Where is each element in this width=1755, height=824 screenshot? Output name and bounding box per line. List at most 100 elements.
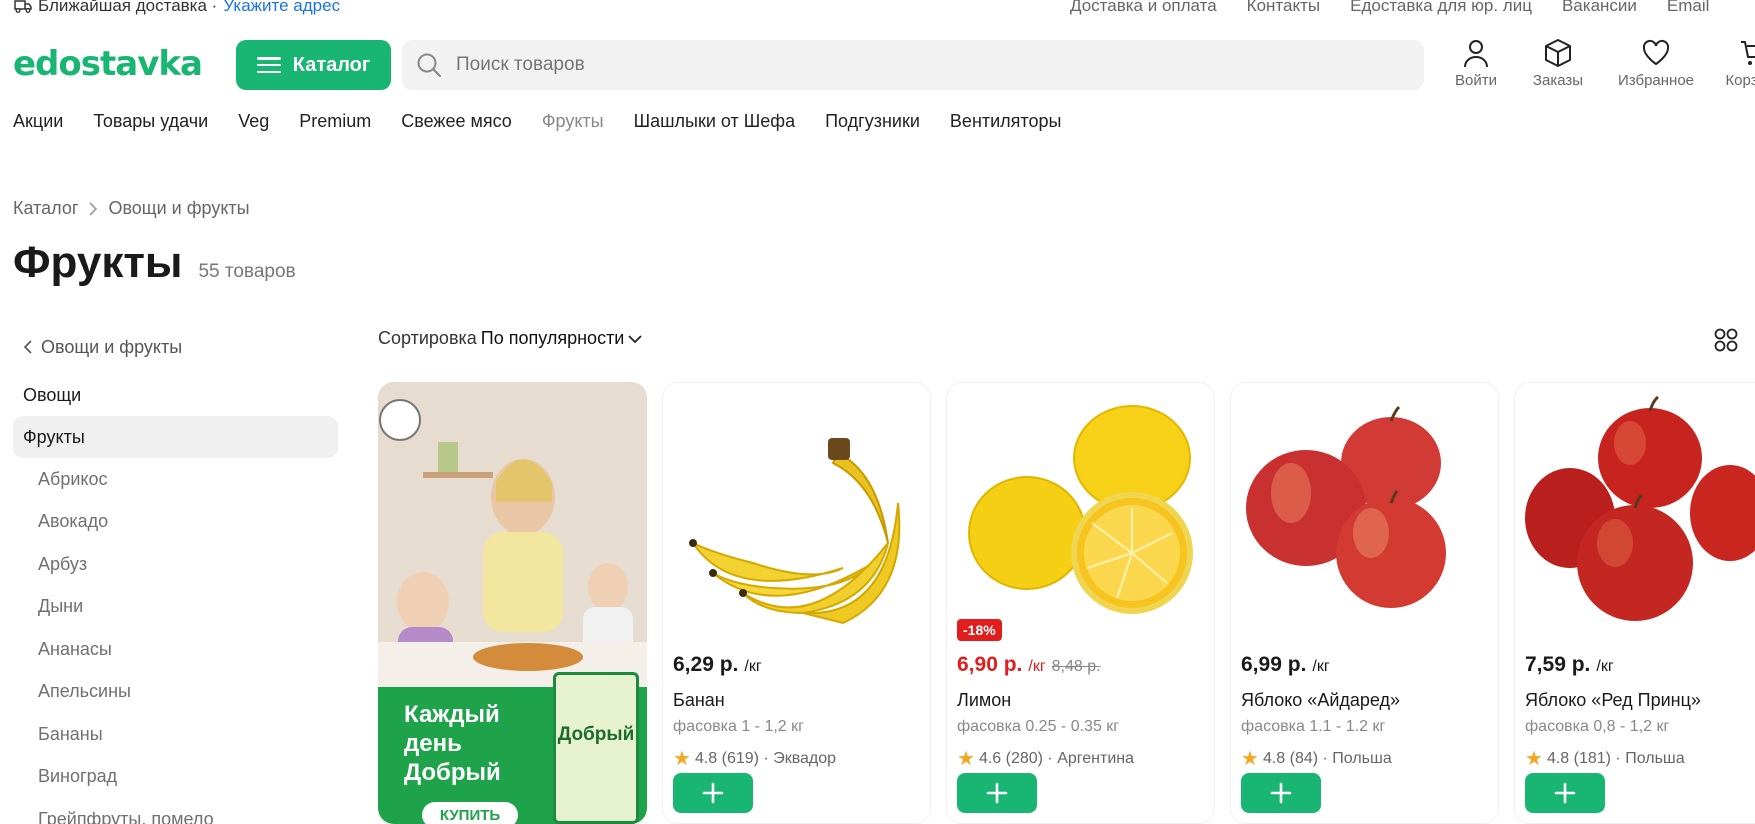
product-card[interactable]: -18% 6,90 р. /кг 8,48 р. Лимон фасовка 0… [946,382,1215,824]
promo-link[interactable]: Шашлыки от Шефа [634,111,796,132]
box-icon [1545,39,1571,67]
sidebar-back-label: Овощи и фрукты [41,336,183,357]
plus-icon [702,782,724,804]
banner-buy-button[interactable]: КУПИТЬ [422,802,518,824]
top-strip: Ближайшая доставка · Укажите адрес Доста… [0,0,1755,20]
discount-badge: -18% [957,619,1002,641]
price-value: 6,29 р. [673,653,739,676]
price-value: 6,99 р. [1241,653,1307,676]
address-link[interactable]: Укажите адрес [223,0,340,16]
link-business[interactable]: Едоставка для юр. лиц [1350,0,1532,16]
product-card[interactable]: 7,59 р. /кг Яблоко «Ред Принц» фасовка 0… [1514,382,1755,824]
rating-text: 4.8 (181) · Польша [1546,749,1685,767]
sidebar-subitem[interactable]: Бананы [13,713,338,756]
link-contacts[interactable]: Контакты [1247,0,1320,16]
login-button[interactable]: Войти [1450,38,1502,89]
product-name[interactable]: Яблоко «Ред Принц» [1525,690,1701,711]
promo-nav: Акции Товары удачи Veg Premium Свежее мя… [13,111,1061,132]
product-image-apple-idared [1241,393,1490,638]
sidebar-subitem[interactable]: Дыни [13,586,338,629]
product-count: 55 товаров [198,261,296,282]
heart-icon [1642,39,1670,66]
sort-control[interactable]: Сортировка По популярности [378,328,643,349]
price-value: 6,90 р. [957,653,1023,676]
breadcrumb-current[interactable]: Овощи и фрукты [108,198,249,219]
promo-banner[interactable]: Каждый день Добрый КУПИТЬ Добрый [378,382,647,824]
price-unit: /кг [744,658,762,675]
add-to-cart-button[interactable] [1525,773,1605,813]
catalog-button[interactable]: Каталог [236,40,391,90]
sort-value: По популярности [480,328,625,348]
sidebar-subitem[interactable]: Абрикос [13,458,338,501]
promo-link-active[interactable]: Фрукты [542,111,604,132]
grid-view-toggle[interactable] [1714,328,1738,357]
orders-label: Заказы [1532,72,1584,89]
add-to-cart-button[interactable] [673,773,753,813]
product-name[interactable]: Лимон [957,690,1011,711]
product-rating: ★ 4.8 (181) · Польша [1525,746,1685,771]
delivery-info[interactable]: Ближайшая доставка · Укажите адрес [14,0,340,16]
logo[interactable]: edostavka [13,44,203,84]
product-card[interactable]: 6,29 р. /кг Банан фасовка 1 - 1,2 кг ★ 4… [662,382,931,824]
product-image-lemon [957,393,1206,638]
search-input[interactable] [456,54,1356,76]
promo-link[interactable]: Свежее мясо [401,111,512,132]
product-pack: фасовка 0,8 - 1,2 кг [1525,718,1670,735]
product-name[interactable]: Яблоко «Айдаред» [1241,690,1400,711]
juice-pack-label: Добрый [557,724,635,745]
chevron-down-icon [628,334,643,343]
plus-icon [986,782,1008,804]
truck-icon [14,0,32,13]
link-delivery-payment[interactable]: Доставка и оплата [1070,0,1217,16]
plus-icon [1554,782,1576,804]
sidebar-subitem[interactable]: Арбуз [13,543,338,586]
promo-link[interactable]: Veg [238,111,269,132]
link-vacancies[interactable]: Вакансии [1562,0,1637,16]
user-icon [1464,40,1488,68]
page-title: Фрукты 55 товаров [13,238,296,288]
star-icon: ★ [1525,748,1543,770]
cart-button[interactable]: Корзина [1725,38,1755,89]
product-pack: фасовка 0.25 - 0.35 кг [957,718,1120,735]
chevron-right-icon [89,201,98,216]
promo-link[interactable]: Товары удачи [93,111,208,132]
star-icon: ★ [1241,748,1259,770]
star-icon: ★ [673,748,691,770]
product-image-banana [673,393,922,638]
sidebar-subitem[interactable]: Грейпфруты, помело [13,798,338,824]
link-email[interactable]: Email [1667,0,1710,16]
product-card[interactable]: 6,99 р. /кг Яблоко «Айдаред» фасовка 1.1… [1230,382,1499,824]
old-price: 8,48 р. [1051,658,1101,675]
delivery-label: Ближайшая доставка · [38,0,218,15]
sidebar-back-link[interactable]: Овощи и фрукты [13,332,338,362]
product-grid: Каждый день Добрый КУПИТЬ Добрый 6,29 р.… [378,382,1755,824]
promo-link[interactable]: Вентиляторы [950,111,1062,132]
promo-link[interactable]: Premium [299,111,371,132]
sidebar-subitem[interactable]: Виноград [13,756,338,799]
banner-slogan: Каждый день Добрый [404,701,501,786]
plus-icon [1270,782,1292,804]
juice-pack-image [553,672,639,824]
banner-family-photo [378,382,647,687]
add-to-cart-button[interactable] [957,773,1037,813]
product-name[interactable]: Банан [673,690,725,711]
promo-link[interactable]: Подгузники [825,111,920,132]
rating-text: 4.6 (280) · Аргентина [978,749,1134,767]
orders-button[interactable]: Заказы [1532,38,1584,89]
promo-link[interactable]: Акции [13,111,63,132]
add-to-cart-button[interactable] [1241,773,1321,813]
breadcrumb-root[interactable]: Каталог [13,198,78,219]
favorites-button[interactable]: Избранное [1614,38,1698,89]
price-unit: /кг [1312,658,1330,675]
sidebar-item-vegetables[interactable]: Овощи [13,374,338,416]
product-pack: фасовка 1.1 - 1.2 кг [1241,718,1386,735]
sidebar-item-fruits[interactable]: Фрукты [13,416,338,458]
sidebar-subitem[interactable]: Ананасы [13,628,338,671]
sidebar-subitem[interactable]: Авокадо [13,501,338,544]
product-rating: ★ 4.8 (619) · Эквадор [673,746,836,771]
sidebar-subitem[interactable]: Апельсины [13,671,338,714]
cart-icon [1741,41,1755,65]
product-price: 6,90 р. /кг 8,48 р. [957,653,1101,677]
search-icon [417,53,442,78]
top-links: Доставка и оплата Контакты Едоставка для… [1070,0,1709,16]
